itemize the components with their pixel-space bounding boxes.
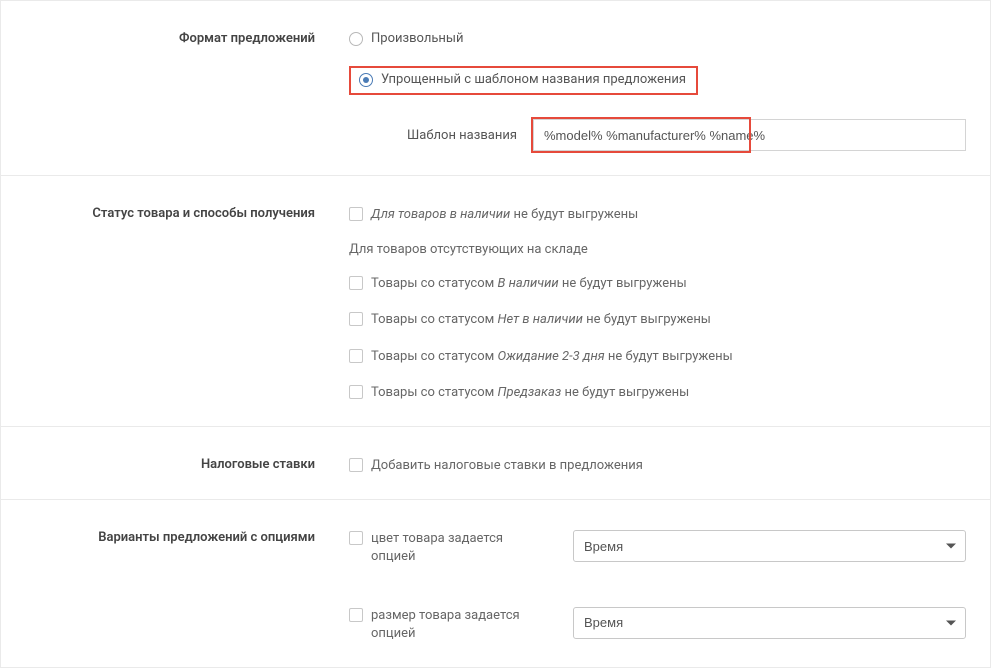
checkbox-icon: [349, 207, 363, 221]
status-checkbox-3[interactable]: Товары со статусом Предзаказ не будут вы…: [349, 384, 966, 402]
option-variants-label: Варианты предложений с опциями: [1, 500, 331, 667]
tax-rates-checkbox[interactable]: Добавить налоговые ставки в предложения: [349, 457, 966, 475]
tax-rates-label: Налоговые ставки: [1, 427, 331, 499]
instock-not-exported-text: Для товаров в наличии не будут выгружены: [371, 206, 638, 224]
size-option-checkbox-text: размер товара задается опцией: [371, 607, 549, 643]
offer-format-radio-arbitrary[interactable]: Произвольный: [349, 31, 966, 46]
checkbox-icon: [349, 531, 363, 545]
radio-icon: [359, 73, 373, 87]
radio-label-arbitrary: Произвольный: [371, 31, 464, 46]
color-option-checkbox-text: цвет товара задается опцией: [371, 530, 549, 566]
color-option-select[interactable]: Время: [573, 530, 966, 562]
product-status-label: Статус товара и способы получения: [1, 176, 331, 426]
template-name-input[interactable]: [533, 119, 966, 151]
status-checkbox-2[interactable]: Товары со статусом Ожидание 2-3 дня не б…: [349, 348, 966, 366]
status-checkbox-0-text: Товары со статусом В наличии не будут вы…: [371, 275, 687, 293]
checkbox-icon: [349, 458, 363, 472]
status-checkbox-2-text: Товары со статусом Ожидание 2-3 дня не б…: [371, 348, 733, 366]
status-checkbox-1[interactable]: Товары со статусом Нет в наличии не буду…: [349, 311, 966, 329]
tax-rates-checkbox-text: Добавить налоговые ставки в предложения: [371, 457, 643, 475]
highlight-box-simplified: Упрощенный с шаблоном названия предложен…: [349, 66, 698, 95]
status-checkbox-0[interactable]: Товары со статусом В наличии не будут вы…: [349, 275, 966, 293]
status-checkbox-1-text: Товары со статусом Нет в наличии не буду…: [371, 311, 711, 329]
size-option-select[interactable]: Время: [573, 607, 966, 639]
checkbox-icon: [349, 608, 363, 622]
checkbox-icon: [349, 385, 363, 399]
radio-label-simplified: Упрощенный с шаблоном названия предложен…: [381, 72, 686, 87]
size-option-checkbox[interactable]: размер товара задается опцией: [349, 607, 549, 643]
offer-format-label: Формат предложений: [1, 1, 331, 175]
checkbox-icon: [349, 276, 363, 290]
offer-format-radio-simplified[interactable]: Упрощенный с шаблоном названия предложен…: [359, 72, 686, 87]
radio-icon: [349, 32, 363, 46]
status-checkbox-3-text: Товары со статусом Предзаказ не будут вы…: [371, 384, 689, 402]
checkbox-icon: [349, 312, 363, 326]
instock-not-exported-checkbox[interactable]: Для товаров в наличии не будут выгружены: [349, 206, 966, 224]
checkbox-icon: [349, 349, 363, 363]
template-name-label: Шаблон названия: [349, 128, 533, 143]
out-of-stock-heading: Для товаров отсутствующих на складе: [349, 242, 966, 257]
color-option-checkbox[interactable]: цвет товара задается опцией: [349, 530, 549, 566]
